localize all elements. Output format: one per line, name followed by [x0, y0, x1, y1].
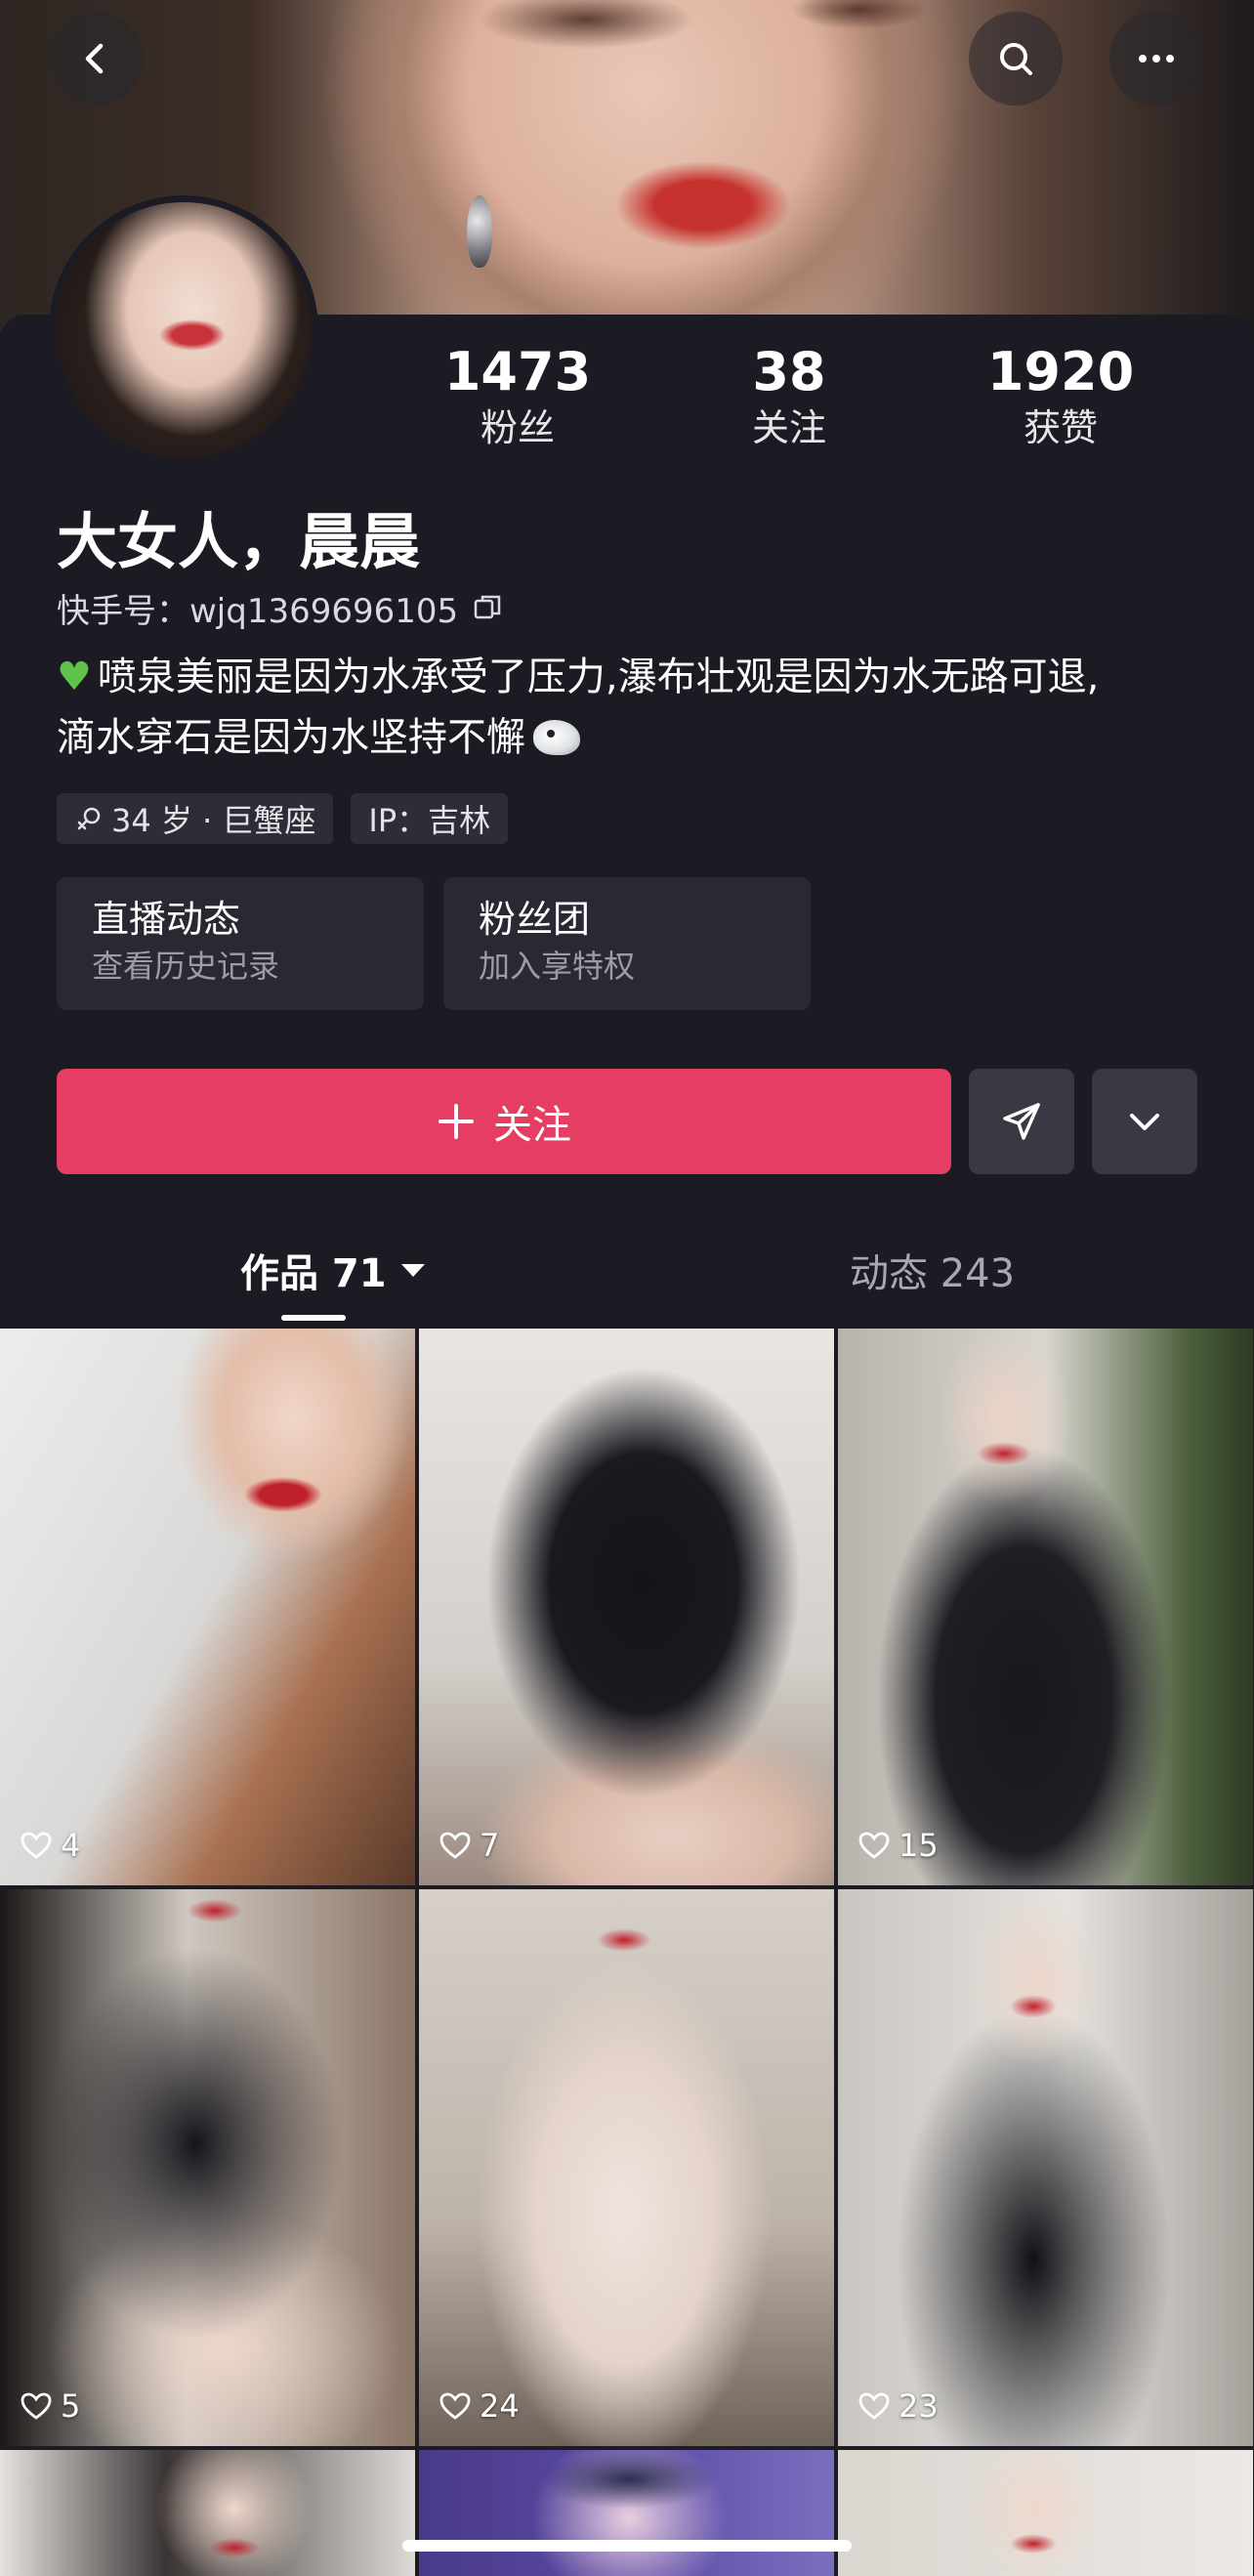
cover-earring [467, 195, 492, 268]
bird-emoji-icon [533, 720, 580, 755]
heart-outline-icon [21, 1832, 52, 1859]
tile-likes-count: 7 [480, 1827, 500, 1864]
profile-name: 大女人，晨晨 [57, 506, 421, 577]
search-button[interactable] [969, 12, 1063, 106]
stat-fans[interactable]: 1473 粉丝 [410, 342, 625, 453]
follow-button-label: 关注 [493, 1103, 571, 1148]
tile-likes-count: 5 [61, 2387, 81, 2425]
age-tag-label: 34 岁 · 巨蟹座 [111, 802, 316, 839]
stat-likes-value: 1920 [986, 341, 1135, 402]
fan-club-subtitle: 加入享特权 [479, 948, 636, 985]
back-button[interactable] [49, 12, 143, 106]
follow-button[interactable]: 关注 [57, 1069, 951, 1174]
tab-works[interactable]: 作品 71 [240, 1241, 428, 1299]
bio-line-1: 喷泉美丽是因为水承受了压力,瀑布壮观是因为水无路可退, [97, 655, 1100, 699]
tile-likes: 4 [20, 1827, 80, 1864]
video-tile[interactable] [838, 2450, 1253, 2576]
live-history-subtitle: 查看历史记录 [92, 948, 280, 985]
tile-likes: 5 [20, 2387, 80, 2425]
ip-tag-label: IP：吉林 [368, 802, 491, 839]
avatar[interactable] [49, 195, 318, 465]
tile-likes: 24 [439, 2387, 520, 2425]
expand-button[interactable] [1092, 1069, 1197, 1174]
video-tile[interactable]: 4 [0, 1329, 415, 1885]
stat-following[interactable]: 38 关注 [682, 342, 897, 453]
copy-icon[interactable] [472, 591, 505, 624]
tab-moments[interactable]: 动态 243 [850, 1241, 1015, 1299]
profile-bio: ♥ 喷泉美丽是因为水承受了压力,瀑布壮观是因为水无路可退, 滴水穿石是因为水坚持… [57, 647, 1219, 768]
plus-icon [439, 1104, 474, 1139]
heart-outline-icon [439, 1832, 471, 1859]
stat-likes[interactable]: 1920 获赞 [953, 342, 1168, 453]
tab-works-label: 作品 71 [240, 1251, 387, 1296]
tile-likes: 7 [439, 1827, 499, 1864]
tile-likes-count: 4 [61, 1827, 81, 1864]
more-dots-icon [1139, 55, 1174, 63]
stat-following-value: 38 [752, 341, 826, 402]
bio-line-2: 滴水穿石是因为水坚持不懈 [57, 715, 525, 760]
tile-likes-count: 24 [480, 2387, 520, 2425]
heart-outline-icon [858, 1832, 890, 1859]
stat-fans-value: 1473 [443, 341, 592, 402]
video-tile[interactable] [0, 2450, 415, 2576]
stat-following-label: 关注 [751, 406, 826, 449]
live-history-card[interactable]: 直播动态 查看历史记录 [57, 877, 424, 1010]
profile-tags: 34 岁 · 巨蟹座 IP：吉林 [57, 793, 509, 844]
female-gender-icon [77, 807, 101, 830]
video-tile[interactable] [419, 2450, 834, 2576]
live-history-title: 直播动态 [92, 898, 241, 941]
ip-tag: IP：吉林 [351, 793, 509, 844]
send-icon [1003, 1103, 1040, 1140]
fan-club-title: 粉丝团 [479, 898, 591, 941]
fan-club-card[interactable]: 粉丝团 加入享特权 [443, 877, 811, 1010]
chevron-left-icon [85, 43, 104, 74]
video-tile[interactable]: 15 [838, 1329, 1253, 1885]
share-button[interactable] [969, 1069, 1074, 1174]
tile-likes: 15 [857, 1827, 939, 1864]
action-row: 关注 [57, 1069, 1197, 1174]
stat-fans-label: 粉丝 [480, 406, 555, 449]
heart-outline-icon [858, 2392, 890, 2420]
more-button[interactable] [1109, 12, 1203, 106]
caret-down-icon [400, 1264, 425, 1277]
video-tile[interactable]: 5 [0, 1889, 415, 2446]
tab-active-indicator [281, 1315, 346, 1321]
video-tile[interactable]: 7 [419, 1329, 834, 1885]
heart-outline-icon [21, 2392, 52, 2420]
stat-likes-label: 获赞 [1023, 406, 1098, 449]
profile-cards: 直播动态 查看历史记录 粉丝团 加入享特权 [57, 877, 811, 1010]
tile-likes: 23 [857, 2387, 939, 2425]
video-tile[interactable]: 24 [419, 1889, 834, 2446]
tile-likes-count: 23 [899, 2387, 939, 2425]
tab-moments-label: 动态 243 [850, 1251, 1016, 1296]
chevron-down-icon [1130, 1114, 1159, 1130]
search-icon [1000, 43, 1032, 75]
tile-likes-count: 15 [899, 1827, 939, 1864]
age-tag: 34 岁 · 巨蟹座 [57, 793, 334, 844]
kuaishou-id: 快手号：wjq1369696105 [57, 591, 459, 631]
home-indicator[interactable] [402, 2540, 852, 2552]
heart-outline-icon [439, 2392, 471, 2420]
green-heart-icon: ♥ [57, 655, 92, 699]
video-tile[interactable]: 23 [838, 1889, 1253, 2446]
kuaishou-id-row[interactable]: 快手号：wjq1369696105 [57, 586, 505, 631]
